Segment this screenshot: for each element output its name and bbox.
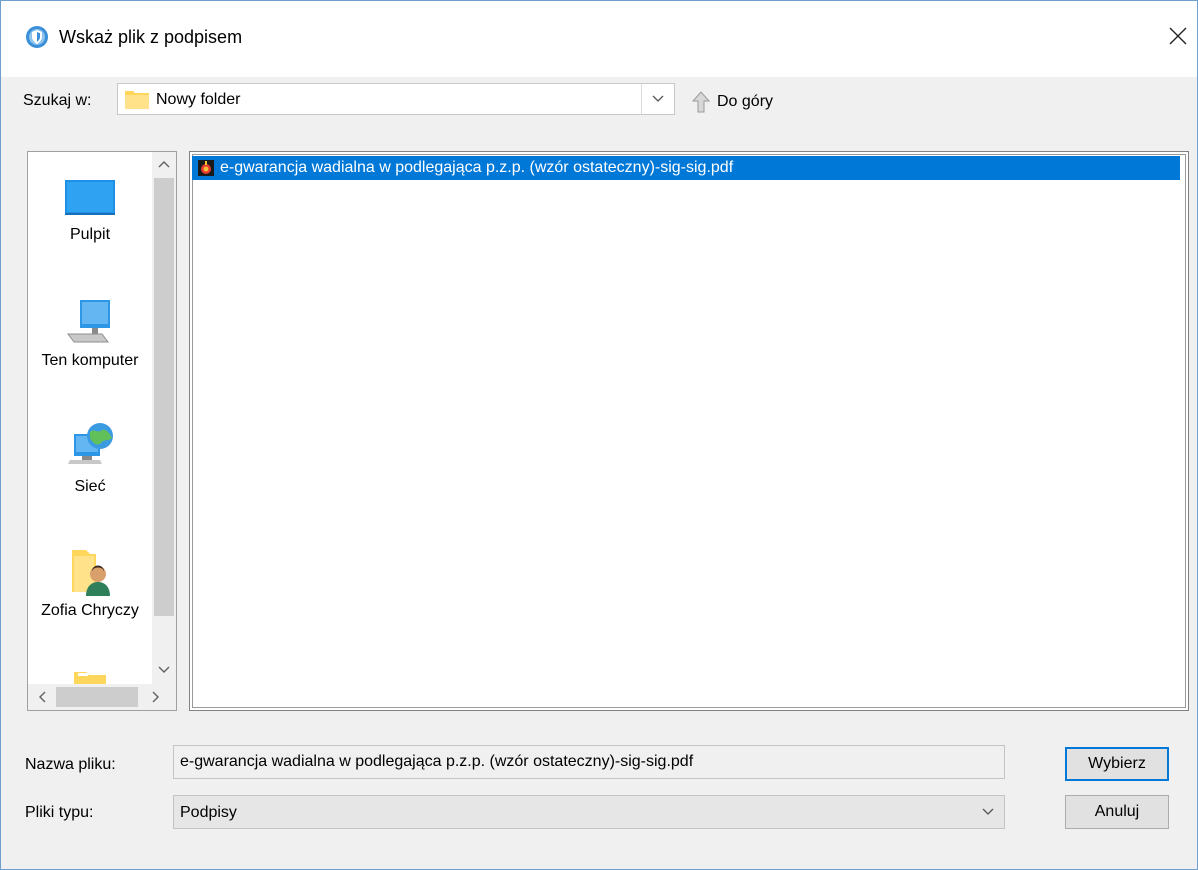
user-folder-icon	[28, 546, 152, 602]
file-item[interactable]: e-gwarancja wadialna w podlegająca p.z.p…	[192, 156, 1180, 180]
file-name-label: Nazwa pliku:	[25, 756, 116, 773]
chevron-down-icon[interactable]	[972, 796, 1004, 828]
places-vertical-scrollbar[interactable]	[152, 152, 176, 684]
file-list[interactable]: e-gwarancja wadialna w podlegająca p.z.p…	[189, 151, 1189, 711]
signed-file-icon	[198, 160, 214, 181]
folder-icon	[124, 88, 150, 115]
close-icon	[1169, 27, 1187, 45]
close-button[interactable]	[1161, 19, 1195, 53]
place-label: Pulpit	[69, 226, 111, 243]
up-one-level-button[interactable]: Do góry	[691, 87, 773, 117]
chevron-right-icon[interactable]	[144, 684, 168, 710]
look-in-label: Szukaj w:	[23, 92, 92, 109]
up-label: Do góry	[717, 93, 774, 110]
file-type-label: Pliki typu:	[25, 804, 94, 821]
places-horizontal-scrollbar[interactable]	[28, 684, 176, 710]
chevron-down-icon[interactable]	[641, 84, 674, 114]
place-label: Ten komputer	[41, 352, 139, 369]
places-bar: Pulpit Ten komputer Sieć Zofia Chryczy	[27, 151, 177, 711]
cancel-button[interactable]: Anuluj	[1065, 795, 1169, 829]
window-title: Wskaż plik z podpisem	[59, 27, 243, 47]
computer-icon	[28, 296, 152, 352]
title-bar: Wskaż plik z podpisem	[1, 1, 1197, 77]
file-type-value: Podpisy	[180, 804, 237, 821]
place-network[interactable]: Sieć	[28, 420, 152, 496]
place-label: Zofia Chryczy	[41, 602, 139, 619]
shield-app-icon	[25, 25, 49, 49]
place-computer[interactable]: Ten komputer	[28, 296, 152, 370]
arrow-up-icon	[691, 91, 711, 113]
place-desktop[interactable]: Pulpit	[28, 178, 152, 244]
file-name-input[interactable]	[173, 745, 1005, 779]
desktop-icon	[28, 178, 152, 226]
scrollbar-thumb[interactable]	[154, 178, 174, 616]
select-button[interactable]: Wybierz	[1065, 747, 1169, 781]
place-label: Sieć	[74, 478, 106, 495]
network-icon	[28, 420, 152, 478]
file-chooser-dialog: Wskaż plik z podpisem Szukaj w: Nowy fol…	[0, 0, 1198, 870]
chevron-down-icon[interactable]	[152, 658, 176, 682]
file-name: e-gwarancja wadialna w podlegająca p.z.p…	[220, 159, 734, 176]
look-in-value: Nowy folder	[156, 91, 241, 108]
scrollbar-thumb[interactable]	[56, 687, 138, 707]
file-list-frame	[192, 154, 1186, 708]
chevron-up-icon[interactable]	[152, 152, 176, 176]
place-user[interactable]: Zofia Chryczy	[28, 546, 152, 620]
look-in-combo[interactable]: Nowy folder	[117, 83, 675, 115]
file-type-combo[interactable]: Podpisy	[173, 795, 1005, 829]
chevron-left-icon[interactable]	[30, 684, 54, 710]
